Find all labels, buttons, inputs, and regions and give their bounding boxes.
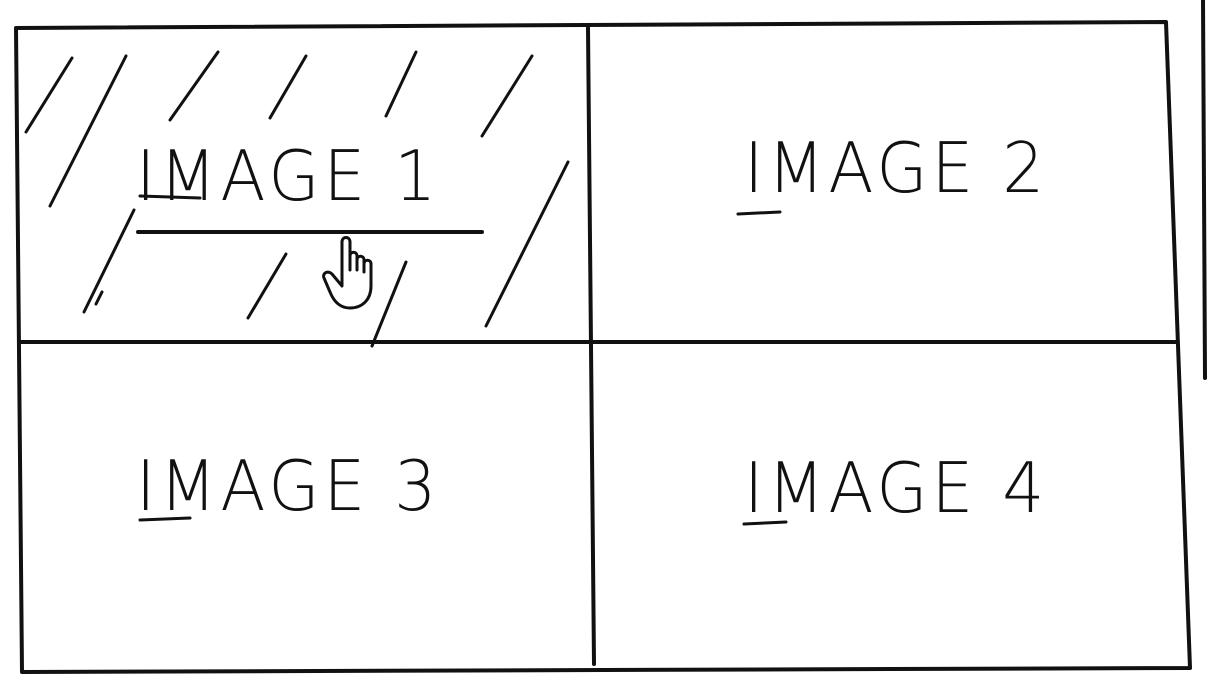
page-edge: [1201, 0, 1207, 380]
image-grid: IMAGE 1 IMAGE 2 IMAGE 3 IMAGE 4: [18, 26, 1170, 668]
image-1-label: IMAGE 1: [136, 136, 441, 217]
hand-pointer-icon: [322, 232, 390, 312]
image-tile-1[interactable]: IMAGE 1: [18, 26, 594, 346]
image-tile-3[interactable]: IMAGE 3: [18, 346, 594, 668]
image-tile-4[interactable]: IMAGE 4: [594, 346, 1170, 668]
image-3-label: IMAGE 3: [136, 446, 441, 527]
image-4-label: IMAGE 4: [744, 448, 1049, 529]
image-tile-2[interactable]: IMAGE 2: [594, 26, 1170, 346]
image-2-label: IMAGE 2: [744, 128, 1049, 209]
